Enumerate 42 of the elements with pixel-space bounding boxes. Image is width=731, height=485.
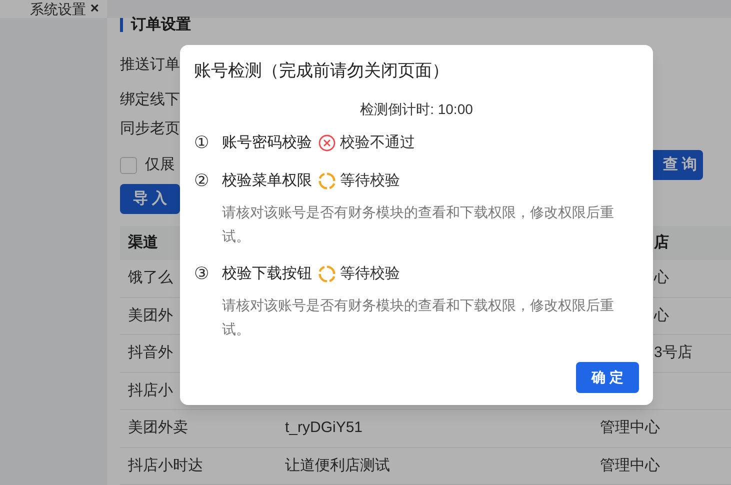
refresh-icon (318, 172, 336, 190)
step-status: 等待校验 (340, 170, 400, 191)
step-label: 校验菜单权限 (222, 170, 312, 191)
checkbox[interactable] (120, 156, 137, 174)
table-cell: t_ryDGiY51 (285, 419, 363, 436)
setting-label: 绑定线下 (120, 90, 180, 110)
import-button[interactable]: 导 入 (120, 184, 180, 214)
step-status: 校验不通过 (340, 132, 415, 153)
accent-bar (120, 18, 123, 32)
step-number: ② (194, 170, 210, 192)
step-description: 请核对该账号是否有财务模块的查看和下载权限，修改权限后重试。 (222, 296, 615, 339)
column-header[interactable]: 店 (654, 234, 669, 251)
table-cell: 心 (654, 306, 669, 324)
table-cell: 管理中心 (600, 456, 660, 474)
table-cell: 心 (654, 269, 669, 286)
tab[interactable]: 系统设置 × (0, 0, 107, 18)
error-icon (318, 134, 336, 152)
close-icon[interactable]: × (90, 1, 99, 17)
refresh-icon (318, 265, 336, 283)
checkbox-label: 仅展 (145, 154, 175, 175)
step-label: 账号密码校验 (222, 132, 312, 153)
table-cell: 3号店 (654, 344, 692, 362)
table-cell: 美团外卖 (128, 419, 188, 436)
table-cell: 抖音外 (128, 344, 173, 362)
step-number: ① (194, 132, 210, 154)
step-label: 校验下载按钮 (222, 264, 312, 284)
countdown-text: 检测倒计时: 10:00 (359, 100, 474, 119)
table-cell: 让道便利店测试 (285, 456, 390, 474)
column-header[interactable]: 渠道 (128, 234, 158, 251)
confirm-button[interactable]: 确 定 (576, 362, 639, 393)
table-cell: 抖店小时达 (128, 456, 203, 474)
step-description: 请核对该账号是否有财务模块的查看和下载权限，修改权限后重试。 (222, 203, 615, 246)
section-title: 订单设置 (131, 14, 191, 35)
table-cell: 抖店小 (128, 382, 173, 399)
step-status: 等待校验 (340, 264, 400, 284)
step-number: ③ (194, 263, 210, 286)
setting-label: 推送订单 (120, 55, 180, 75)
setting-label: 同步老页 (120, 119, 180, 139)
table-cell: 饿了么 (128, 269, 173, 286)
table-cell: 美团外 (128, 306, 173, 324)
table-cell: 管理中心 (600, 419, 660, 436)
dialog-title: 账号检测（完成前请勿关闭页面） (194, 60, 450, 82)
